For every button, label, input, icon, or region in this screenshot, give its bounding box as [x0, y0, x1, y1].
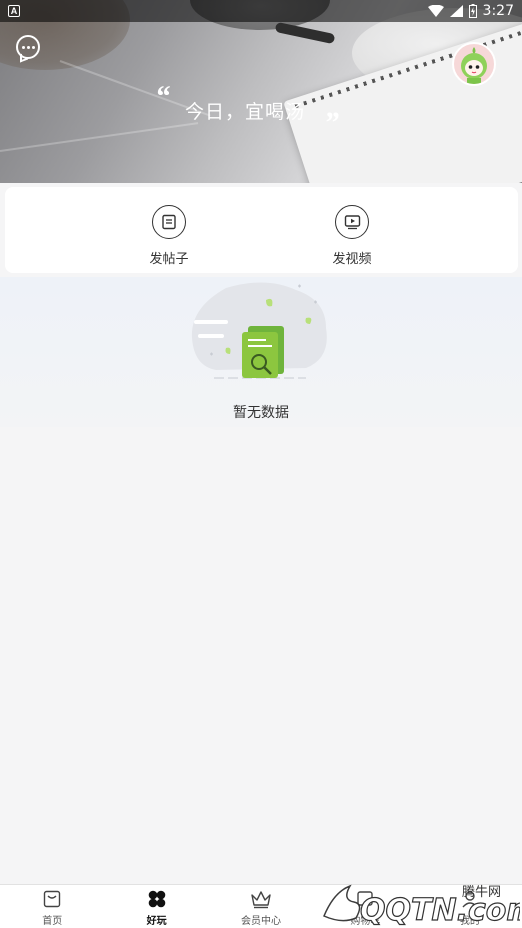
- home-bag-icon: [41, 888, 63, 910]
- nav-item-cart[interactable]: 购物车: [313, 885, 417, 928]
- video-label: 发视频: [332, 251, 372, 266]
- message-icon[interactable]: [16, 35, 40, 59]
- empty-state-text: 暂无数据: [233, 404, 289, 420]
- battery-icon: [468, 4, 477, 18]
- nav-label: 好玩: [146, 916, 167, 927]
- hero-decor: [0, 122, 199, 152]
- bottom-navigation: 首页 好玩 会员中心 购物车 我的: [0, 884, 522, 928]
- signal-icon: [449, 5, 463, 17]
- status-icons: 3:27: [427, 3, 514, 19]
- empty-documents-illustration: [191, 282, 327, 379]
- status-bar: A 3:27: [0, 0, 522, 22]
- post-icon: [152, 205, 186, 239]
- nav-item-fun[interactable]: 好玩: [104, 885, 208, 928]
- cart-icon: [354, 888, 376, 910]
- hero-title: 今日，宜喝汤: [185, 102, 306, 123]
- nav-label: 首页: [42, 916, 63, 927]
- hero-decor: [274, 21, 336, 45]
- nav-label: 会员中心: [241, 916, 282, 927]
- avatar-character-icon: [461, 47, 487, 84]
- avatar[interactable]: [452, 42, 496, 86]
- nav-item-home[interactable]: 首页: [0, 885, 104, 928]
- notification-a-icon: A: [8, 5, 20, 17]
- video-icon: [335, 205, 369, 239]
- user-icon: [459, 888, 481, 910]
- clover-icon: [146, 888, 168, 910]
- video-button[interactable]: 发视频: [312, 205, 392, 267]
- status-time: 3:27: [482, 3, 514, 19]
- hero-close-quote: ”: [324, 106, 339, 139]
- wifi-icon: [427, 5, 444, 17]
- nav-item-member-center[interactable]: 会员中心: [209, 885, 313, 928]
- nav-item-mine[interactable]: 我的: [418, 885, 522, 928]
- publish-actions-card: 发帖子 发视频: [5, 187, 518, 273]
- crown-icon: [250, 888, 272, 910]
- post-label: 发帖子: [149, 251, 189, 266]
- hero-open-quote: “: [155, 80, 170, 113]
- post-button[interactable]: 发帖子: [129, 205, 209, 267]
- nav-label: 购物车: [350, 916, 381, 927]
- nav-label: 我的: [459, 916, 480, 927]
- hero-banner: [0, 0, 522, 183]
